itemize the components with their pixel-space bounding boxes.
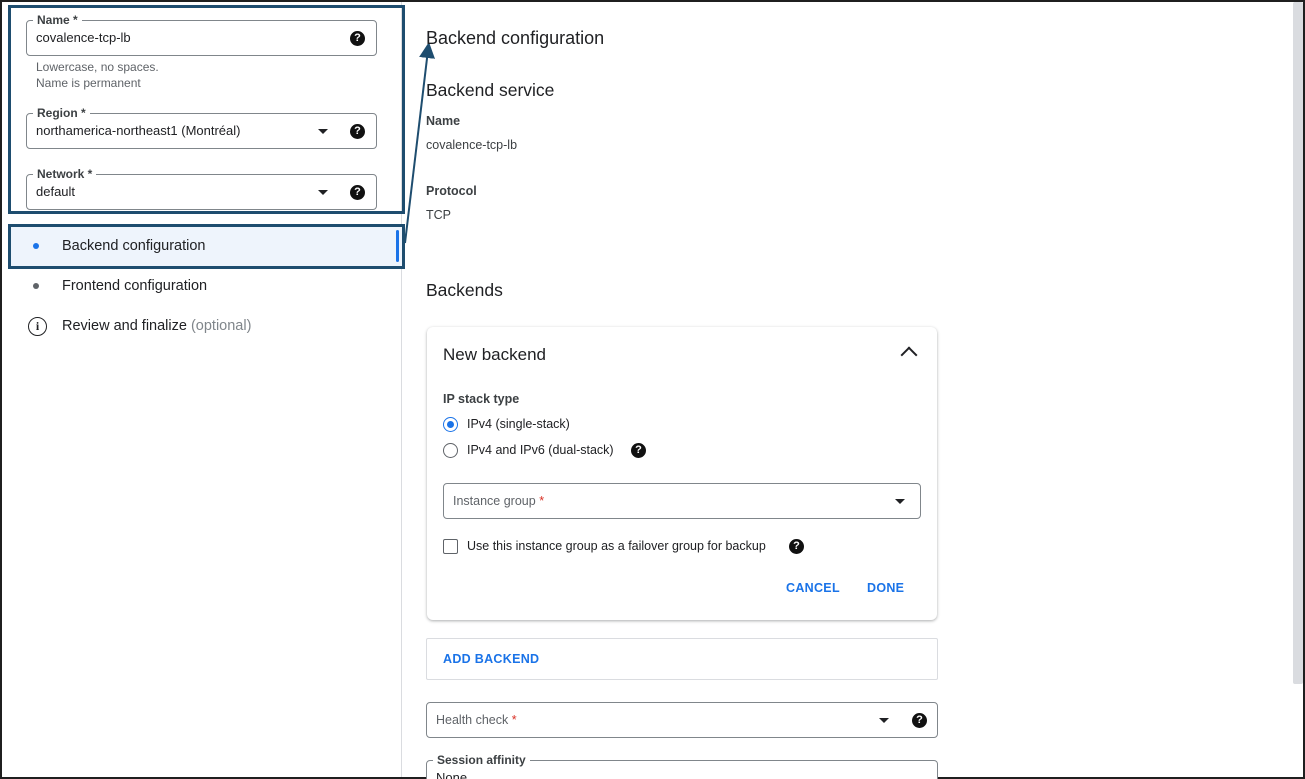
- instance-group-placeholder: Instance group *: [453, 494, 545, 508]
- step-dot-icon: [33, 283, 39, 289]
- radio-ipv4-label: IPv4 (single-stack): [467, 417, 570, 431]
- ip-stack-label: IP stack type: [443, 392, 520, 406]
- backends-heading: Backends: [426, 280, 503, 300]
- info-icon: i: [28, 316, 47, 336]
- network-select-value: default: [36, 184, 76, 199]
- region-select-label: Region *: [33, 106, 90, 120]
- name-hint-2: Name is permanent: [36, 76, 141, 90]
- backend-service-heading: Backend service: [426, 80, 555, 100]
- caret-down-icon: [879, 718, 889, 723]
- radio-dual-stack-label: IPv4 and IPv6 (dual-stack): [467, 443, 614, 457]
- health-check-select[interactable]: Health check * ?: [426, 702, 938, 738]
- failover-checkbox[interactable]: [443, 539, 458, 554]
- step-label: Review and finalize (optional): [62, 318, 252, 334]
- name-hint-1: Lowercase, no spaces.: [36, 60, 159, 74]
- caret-down-icon: [318, 190, 328, 195]
- done-button[interactable]: DONE: [867, 581, 904, 595]
- annotation-highlight-step: [8, 224, 405, 269]
- protocol-value: TCP: [426, 208, 451, 222]
- session-affinity-select[interactable]: Session affinity None: [426, 753, 938, 779]
- new-backend-card: New backend IP stack type IPv4 (single-s…: [427, 327, 937, 620]
- protocol-label: Protocol: [426, 184, 477, 198]
- caret-down-icon: [318, 129, 328, 134]
- health-check-placeholder: Health check *: [436, 713, 517, 727]
- radio-ipv4[interactable]: [443, 417, 458, 432]
- session-affinity-value: None: [436, 770, 468, 779]
- help-circle-icon[interactable]: ?: [350, 185, 365, 200]
- name-field-value: covalence-tcp-lb: [36, 30, 131, 45]
- cancel-button[interactable]: CANCEL: [786, 581, 840, 595]
- network-select-label: Network *: [33, 167, 97, 181]
- page-title: Backend configuration: [426, 28, 605, 48]
- help-circle-icon[interactable]: ?: [350, 124, 365, 139]
- instance-group-select[interactable]: Instance group *: [443, 483, 921, 519]
- scrollbar[interactable]: [1293, 2, 1303, 684]
- region-select[interactable]: Region * northamerica-northeast1 (Montré…: [26, 106, 377, 149]
- help-circle-icon[interactable]: ?: [789, 539, 804, 554]
- service-name-label: Name: [426, 114, 461, 128]
- service-name-value: covalence-tcp-lb: [426, 138, 518, 152]
- new-backend-title: New backend: [443, 345, 547, 364]
- step-label: Frontend configuration: [62, 278, 208, 294]
- radio-dual-stack[interactable]: [443, 443, 458, 458]
- region-select-value: northamerica-northeast1 (Montréal): [36, 123, 241, 138]
- chevron-up-icon[interactable]: [900, 346, 918, 364]
- step-frontend-configuration[interactable]: Frontend configuration: [8, 266, 402, 306]
- name-field-label: Name *: [33, 13, 82, 27]
- help-circle-icon[interactable]: ?: [350, 31, 365, 46]
- help-circle-icon[interactable]: ?: [912, 713, 927, 728]
- caret-down-icon: [895, 499, 905, 504]
- add-backend-container: ADD BACKEND: [426, 638, 938, 680]
- help-circle-icon[interactable]: ?: [631, 443, 646, 458]
- add-backend-button[interactable]: ADD BACKEND: [443, 652, 539, 666]
- name-field[interactable]: Name * covalence-tcp-lb ?: [26, 13, 377, 56]
- step-review-and-finalize[interactable]: i Review and finalize (optional): [8, 306, 402, 346]
- session-affinity-label: Session affinity: [433, 753, 530, 767]
- failover-label: Use this instance group as a failover gr…: [467, 539, 766, 553]
- network-select[interactable]: Network * default ?: [26, 167, 377, 210]
